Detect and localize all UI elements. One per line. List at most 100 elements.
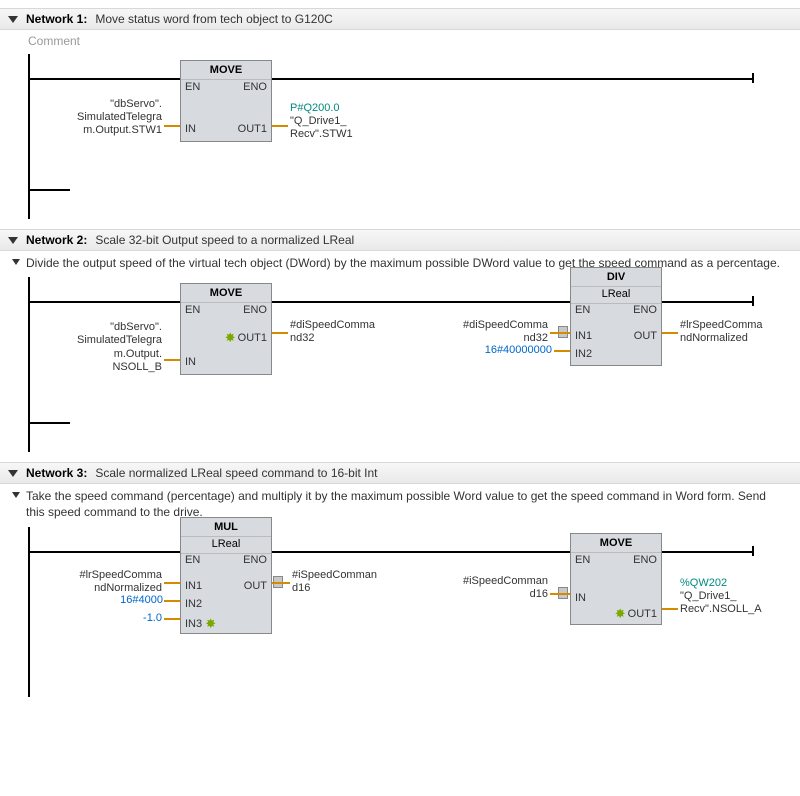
tag-text: #iSpeedComman d16 xyxy=(463,575,548,600)
mul-out-tag[interactable]: #iSpeedComman d16 xyxy=(292,569,377,595)
port-in: IN xyxy=(185,123,196,135)
rail-wire xyxy=(30,301,180,303)
address-text: P#Q200.0 xyxy=(290,102,340,114)
tag-text: #lrSpeedComma ndNormalized xyxy=(680,319,763,344)
div-in2-tag[interactable]: 16#40000000 xyxy=(472,344,552,357)
eno-wire xyxy=(662,301,752,303)
chevron-down-icon[interactable] xyxy=(8,470,18,477)
rail-wire xyxy=(30,551,180,553)
port-eno: ENO xyxy=(243,81,267,93)
tag-text: "dbServo". SimulatedTelegra m.Output. NS… xyxy=(77,321,162,373)
address-text: %QW202 xyxy=(680,577,727,589)
tag-text: 16#4000 xyxy=(120,594,163,606)
rail-wire xyxy=(30,78,180,80)
port-out: OUT xyxy=(634,330,657,342)
network-label: Network 2: xyxy=(26,233,87,247)
port-out1: ✸OUT1 xyxy=(225,330,267,346)
port-eno: ENO xyxy=(243,304,267,316)
in2-stub xyxy=(164,600,180,602)
port-in: IN xyxy=(575,592,586,604)
star-icon: ✸ xyxy=(225,330,236,346)
move-out-tag[interactable]: #diSpeedComma nd32 xyxy=(290,319,375,345)
tag-text: -1.0 xyxy=(143,612,162,624)
port-in1: IN1 xyxy=(185,580,202,592)
mul-block[interactable]: MUL LReal EN ENO IN1 OUT IN2 IN3 ✸ xyxy=(180,517,272,634)
mul-in1-tag[interactable]: #lrSpeedComma ndNormalized xyxy=(48,569,162,595)
in-stub xyxy=(164,359,180,361)
network-title[interactable]: Scale normalized LReal speed command to … xyxy=(95,466,377,480)
chevron-down-icon[interactable] xyxy=(12,492,20,498)
move-in-tag[interactable]: "dbServo". SimulatedTelegra m.Output. NS… xyxy=(40,321,162,374)
tag-text: 16#40000000 xyxy=(485,344,552,356)
network-header[interactable]: Network 1: Move status word from tech ob… xyxy=(0,8,800,30)
network-header[interactable]: Network 3: Scale normalized LReal speed … xyxy=(0,462,800,484)
div-in1-tag[interactable]: #diSpeedComma nd32 xyxy=(448,319,548,345)
comment-text[interactable]: Take the speed command (percentage) and … xyxy=(26,488,792,520)
wire-endcap xyxy=(752,296,754,306)
network-label: Network 1: xyxy=(26,12,87,26)
in-tag[interactable]: "dbServo". SimulatedTelegra m.Output.STW… xyxy=(50,98,162,138)
port-in1: IN1 xyxy=(575,330,592,342)
block-subtitle: LReal xyxy=(571,287,661,304)
move-block[interactable]: MOVE EN ENO IN OUT1 xyxy=(180,60,272,142)
in-stub xyxy=(164,125,180,127)
port-in: IN xyxy=(185,356,196,368)
chevron-down-icon[interactable] xyxy=(8,237,18,244)
network-header[interactable]: Network 2: Scale 32-bit Output speed to … xyxy=(0,229,800,251)
wire-endcap xyxy=(752,546,754,556)
port-in3: IN3 ✸ xyxy=(185,616,218,632)
tag-text: #diSpeedComma nd32 xyxy=(290,319,375,344)
block-title: MOVE xyxy=(181,61,271,80)
move-block-ext: IN xyxy=(180,348,272,375)
port-en: EN xyxy=(185,304,200,316)
star-icon: ✸ xyxy=(615,606,626,622)
div-out-tag[interactable]: #lrSpeedComma ndNormalized xyxy=(680,319,763,345)
chevron-down-icon[interactable] xyxy=(12,259,20,265)
tag-text: "dbServo". SimulatedTelegra m.Output.STW… xyxy=(77,98,162,136)
chevron-down-icon[interactable] xyxy=(8,16,18,23)
open-rung-wire xyxy=(30,189,70,191)
network-title[interactable]: Move status word from tech object to G12… xyxy=(95,12,332,26)
tag-text: #diSpeedComma nd32 xyxy=(463,319,548,344)
div-block[interactable]: DIV LReal EN ENO IN1 OUT IN2 xyxy=(570,267,662,366)
port-en: EN xyxy=(185,554,200,566)
port-label: OUT1 xyxy=(628,607,657,619)
network-comment[interactable]: Take the speed command (percentage) and … xyxy=(0,484,800,526)
mul-in3-tag[interactable]: -1.0 xyxy=(134,612,162,625)
comment-text[interactable]: Divide the output speed of the virtual t… xyxy=(26,255,790,271)
block-title: MOVE xyxy=(181,284,271,303)
block-title: MUL xyxy=(181,518,271,537)
open-rung-wire xyxy=(30,422,70,424)
move-in-tag[interactable]: #iSpeedComman d16 xyxy=(448,575,548,601)
in2-stub xyxy=(554,350,570,352)
in1-stub xyxy=(550,332,570,334)
network-title[interactable]: Scale 32-bit Output speed to a normalize… xyxy=(95,233,354,247)
network-comment[interactable]: Comment xyxy=(0,30,800,54)
block-title: DIV xyxy=(571,268,661,287)
block-title: MOVE xyxy=(571,534,661,553)
tag-text: "Q_Drive1_ Recv".STW1 xyxy=(290,115,353,140)
star-icon: ✸ xyxy=(205,616,216,632)
mul-in2-tag[interactable]: 16#4000 xyxy=(108,594,163,607)
eno-wire xyxy=(272,78,752,80)
port-en: EN xyxy=(575,554,590,566)
wire-endcap xyxy=(752,73,754,83)
comment-placeholder[interactable]: Comment xyxy=(28,34,792,48)
rung-area: MOVE EN ENO ✸OUT1 IN DIV LReal EN ENO IN… xyxy=(28,277,772,452)
tag-text: #iSpeedComman d16 xyxy=(292,569,377,594)
port-out: OUT xyxy=(244,580,267,592)
port-label: IN3 xyxy=(185,617,202,629)
port-in2: IN2 xyxy=(575,348,592,360)
out-stub xyxy=(272,125,288,127)
tag-text: #lrSpeedComma ndNormalized xyxy=(79,569,162,594)
port-eno: ENO xyxy=(243,554,267,566)
out-tag[interactable]: P#Q200.0 "Q_Drive1_ Recv".STW1 xyxy=(290,102,353,142)
block-subtitle: LReal xyxy=(181,537,271,554)
move-out-tag[interactable]: %QW202 "Q_Drive1_ Recv".NSOLL_A xyxy=(680,577,762,617)
eno-wire xyxy=(272,301,570,303)
move-block[interactable]: MOVE EN ENO ✸OUT1 xyxy=(180,283,272,350)
eno-wire xyxy=(272,551,570,553)
in3-stub xyxy=(164,618,180,620)
move-block[interactable]: MOVE EN ENO IN ✸OUT1 xyxy=(570,533,662,625)
network-comment[interactable]: Divide the output speed of the virtual t… xyxy=(0,251,800,277)
